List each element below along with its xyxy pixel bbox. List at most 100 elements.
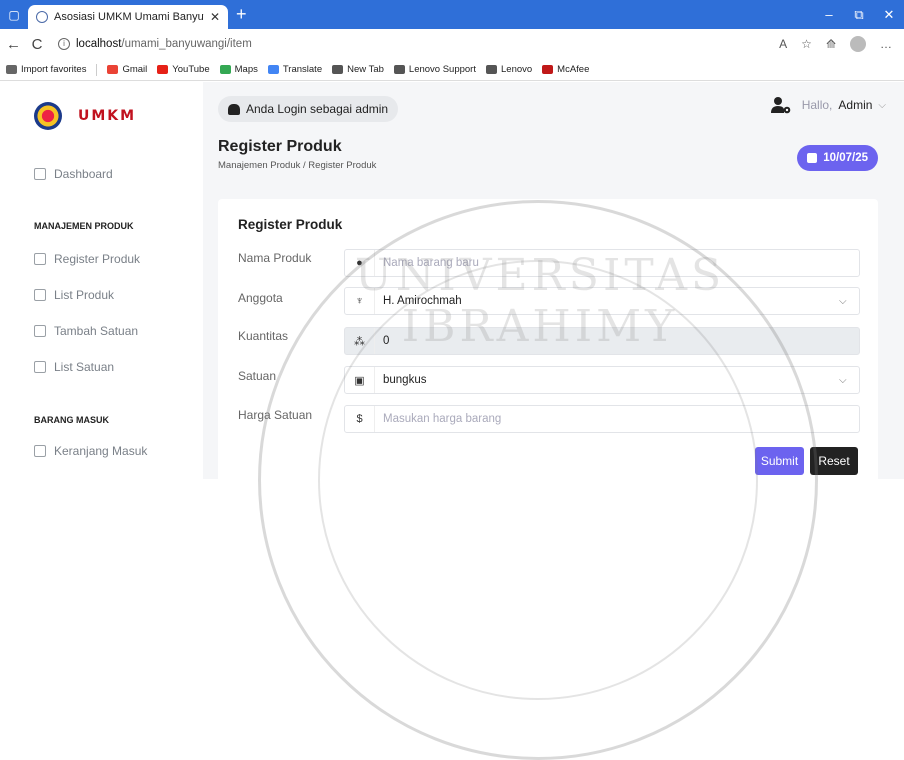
bookmark-item[interactable]: Translate: [267, 64, 323, 75]
cart-icon: [34, 445, 46, 457]
bookmark-item[interactable]: Lenovo: [486, 64, 532, 75]
site-info-icon[interactable]: i: [58, 38, 70, 50]
browser-titlebar: ▢ Asosiasi UMKM Umami Banyuwa ✕ + – ⧉ ✕: [0, 0, 904, 29]
address-bar-row: ← C i localhost/umami_banyuwangi/item A …: [0, 29, 904, 59]
sidebar-item-list-satuan[interactable]: List Satuan: [34, 360, 114, 374]
money-hand-icon: $: [345, 406, 375, 432]
bookmarks-bar: Import favorites Gmail YouTube Maps Translat…: [0, 59, 904, 81]
login-status-text: Anda Login sebagai admin: [246, 102, 389, 116]
nama-produk-input[interactable]: ● Nama barang baru: [344, 249, 860, 277]
bookmark-item[interactable]: YouTube: [157, 64, 210, 75]
sidebar-item-register-produk[interactable]: Register Produk: [34, 252, 140, 266]
login-status: Anda Login sebagai admin: [218, 96, 399, 122]
hello-name: Admin: [838, 98, 873, 112]
bookmark-label: Translate: [282, 64, 323, 75]
logo-text[interactable]: UMKM: [78, 108, 136, 124]
harga-placeholder: Masukan harga barang: [383, 413, 502, 425]
minimize-button[interactable]: –: [814, 7, 844, 23]
bookmark-icon: [542, 65, 554, 74]
back-icon[interactable]: ←: [6, 36, 21, 53]
url-path: /umami_banyuwangi/item: [121, 38, 252, 50]
umkm-logo-icon[interactable]: [34, 102, 62, 130]
bookmark-icon: [107, 65, 119, 74]
anggota-value: H. Amirochmah: [383, 295, 462, 307]
user-icon: ●: [345, 250, 375, 276]
bookmark-label: New Tab: [347, 64, 384, 75]
main-content: Anda Login sebagai admin Hallo, Admin ⌵ …: [203, 82, 904, 489]
satuan-value: bungkus: [383, 374, 427, 386]
sidebar-item-tambah-satuan[interactable]: Tambah Satuan: [34, 324, 138, 338]
home-icon: [34, 168, 46, 180]
box-icon: [34, 289, 46, 301]
user-menu[interactable]: Hallo, Admin ⌵: [802, 98, 886, 112]
kuantitas-input[interactable]: ⁂ 0: [344, 327, 860, 355]
bookmark-item[interactable]: Import favorites: [6, 64, 86, 75]
sidebar-item-label: List Satuan: [54, 360, 115, 374]
bookmark-icon: [219, 65, 231, 74]
browser-tab[interactable]: Asosiasi UMKM Umami Banyuwa ✕: [28, 5, 228, 29]
chevron-down-icon: ⌵: [839, 295, 847, 307]
breadcrumb: Manajemen Produk / Register Produk: [218, 160, 377, 171]
page-title: Register Produk: [218, 138, 342, 155]
hello-prefix: Hallo,: [801, 98, 833, 112]
sidebar-item-label: Dashboard: [54, 167, 113, 181]
kuantitas-value: 0: [383, 335, 390, 347]
bookmark-label: Import favorites: [21, 64, 87, 75]
bookmark-item[interactable]: McAfee: [542, 64, 589, 75]
anggota-select[interactable]: ♆ H. Amirochmah ⌵: [344, 287, 860, 315]
box-icon: [34, 361, 46, 373]
bookmark-icon: [6, 65, 17, 74]
bookmark-item[interactable]: Gmail: [107, 64, 147, 75]
harga-satuan-input[interactable]: $ Masukan harga barang: [344, 405, 860, 433]
user-cog-icon[interactable]: [770, 96, 792, 114]
more-options-icon[interactable]: …: [880, 37, 892, 51]
bookmark-label: Lenovo Support: [408, 64, 476, 75]
refresh-icon[interactable]: C: [30, 36, 44, 53]
chevron-down-icon: ⌵: [839, 374, 847, 386]
bookmark-icon: [486, 65, 497, 74]
restore-button[interactable]: ⧉: [844, 7, 874, 23]
calendar-icon: [807, 153, 818, 163]
bookmark-label: Maps: [234, 64, 258, 75]
favorite-star-icon[interactable]: ☆: [801, 37, 812, 51]
bookmark-item[interactable]: Maps: [219, 64, 258, 75]
url-host: localhost: [76, 38, 122, 50]
label-harga-satuan: Harga Satuan: [238, 408, 313, 422]
sidebar-item-list-produk[interactable]: List Produk: [34, 288, 114, 302]
satuan-select[interactable]: ▣ bungkus ⌵: [344, 366, 860, 394]
sidebar-item-keranjang-masuk[interactable]: Keranjang Masuk: [34, 444, 147, 458]
bookmark-label: Lenovo: [501, 64, 533, 75]
tab-actions-icon[interactable]: ▢: [0, 0, 28, 29]
tab-title: Asosiasi UMKM Umami Banyuwa: [54, 11, 204, 23]
bookmark-separator: [96, 63, 98, 76]
reset-button[interactable]: Reset: [810, 447, 858, 475]
form-title: Register Produk: [238, 217, 343, 232]
url-field[interactable]: i localhost/umami_banyuwangi/item: [54, 33, 769, 55]
label-satuan: Satuan: [238, 369, 277, 383]
sidebar: UMKM Dashboard MANAJEMEN PRODUK Register…: [0, 82, 203, 479]
tab-close-icon[interactable]: ✕: [210, 10, 220, 24]
parachute-icon: ♆: [345, 288, 375, 314]
bookmark-item[interactable]: Lenovo Support: [393, 64, 476, 75]
address-bar-actions: A ☆ ⟰ …: [779, 36, 898, 52]
briefcase-icon: ▣: [345, 367, 375, 393]
bookmark-item[interactable]: New Tab: [332, 64, 384, 75]
bookmark-icon: [393, 65, 405, 74]
date-badge[interactable]: 10/07/25: [797, 145, 878, 171]
profile-avatar[interactable]: [850, 36, 866, 52]
register-form-card: Register Produk Nama Produk ● Nama baran…: [218, 199, 878, 489]
label-kuantitas: Kuantitas: [238, 329, 289, 343]
label-anggota: Anggota: [238, 291, 283, 305]
user-icon: [228, 103, 240, 115]
favorites-icon[interactable]: ⟰: [826, 37, 836, 51]
bookmark-icon: [157, 65, 169, 74]
chevron-down-icon: ⌵: [878, 99, 886, 111]
sidebar-item-dashboard[interactable]: Dashboard: [34, 167, 113, 181]
close-window-button[interactable]: ✕: [874, 7, 904, 23]
bookmark-icon: [332, 65, 344, 74]
read-aloud-icon[interactable]: A: [779, 37, 787, 51]
window-controls: – ⧉ ✕: [814, 7, 904, 23]
submit-button[interactable]: Submit: [755, 447, 804, 475]
date-text: 10/07/25: [823, 152, 868, 164]
new-tab-button[interactable]: +: [236, 4, 256, 25]
